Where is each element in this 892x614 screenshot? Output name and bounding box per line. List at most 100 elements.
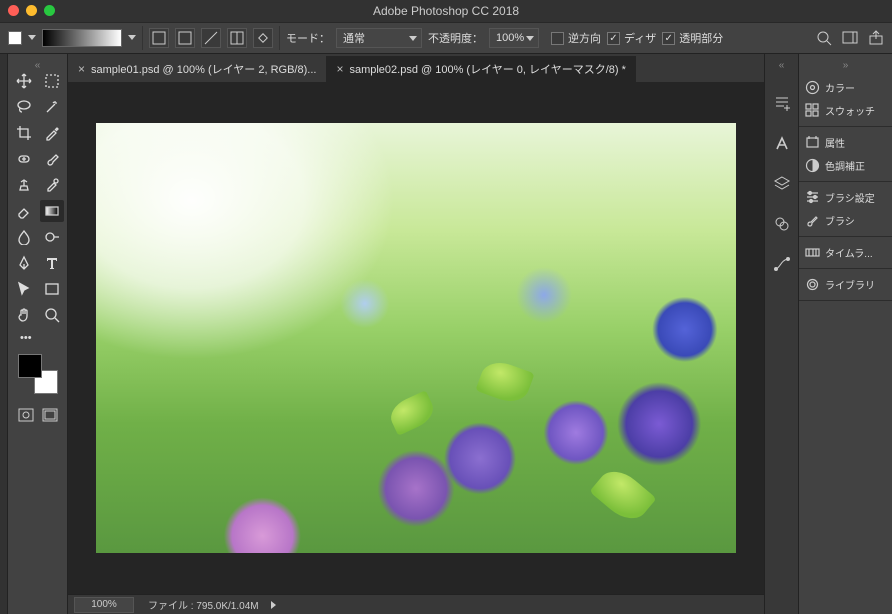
- swatches-panel-tab[interactable]: スウォッチ: [799, 99, 892, 122]
- rectangle-tool[interactable]: [40, 278, 64, 300]
- close-icon[interactable]: ×: [78, 62, 85, 76]
- timeline-panel-tab[interactable]: タイムラ...: [799, 241, 892, 264]
- divider: [279, 26, 280, 50]
- search-icon[interactable]: [816, 30, 832, 46]
- dodge-tool[interactable]: [40, 226, 64, 248]
- color-wheel-icon: [805, 80, 820, 95]
- brushes-panel-tab[interactable]: ブラシ: [799, 209, 892, 232]
- screen-mode-icon[interactable]: [42, 408, 58, 422]
- lasso-tool[interactable]: [12, 96, 36, 118]
- canvas-viewport[interactable]: [68, 82, 764, 594]
- dock-collapse-handle[interactable]: «: [779, 60, 785, 74]
- brush-settings-icon: [805, 190, 820, 205]
- properties-panel-tab[interactable]: 属性: [799, 131, 892, 154]
- magic-wand-tool[interactable]: [40, 96, 64, 118]
- gradient-reflected-button[interactable]: [227, 28, 247, 48]
- main-area: « •••: [0, 54, 892, 614]
- eyedropper-tool[interactable]: [40, 122, 64, 144]
- gradient-diamond-button[interactable]: [253, 28, 273, 48]
- clone-stamp-tool[interactable]: [12, 174, 36, 196]
- pen-tool[interactable]: [12, 252, 36, 274]
- disclosure-icon[interactable]: [271, 601, 276, 609]
- path-selection-tool[interactable]: [12, 278, 36, 300]
- crop-tool[interactable]: [12, 122, 36, 144]
- type-tool[interactable]: [40, 252, 64, 274]
- panel-label: 属性: [825, 135, 845, 150]
- cloud-icon: [805, 277, 820, 292]
- paragraph-styles-icon[interactable]: [772, 94, 792, 114]
- gradient-angle-button[interactable]: [201, 28, 221, 48]
- blur-tool[interactable]: [12, 226, 36, 248]
- character-icon[interactable]: [772, 134, 792, 154]
- canvas[interactable]: [96, 123, 736, 553]
- panel-group: タイムラ...: [799, 237, 892, 269]
- dither-label: ディザ: [624, 30, 656, 46]
- zoom-level-field[interactable]: 100%: [74, 597, 134, 613]
- right-collapsed-dock: «: [764, 54, 798, 614]
- gradient-picker[interactable]: [42, 29, 122, 47]
- healing-brush-tool[interactable]: [12, 148, 36, 170]
- gradient-tool[interactable]: [40, 200, 64, 222]
- document-tab[interactable]: × sample01.psd @ 100% (レイヤー 2, RGB/8)...: [68, 56, 326, 82]
- window-controls: [8, 5, 55, 16]
- zoom-window-button[interactable]: [44, 5, 55, 16]
- panel-label: ライブラリ: [825, 277, 875, 292]
- minimize-window-button[interactable]: [26, 5, 37, 16]
- hand-tool[interactable]: [12, 304, 36, 326]
- transparency-option[interactable]: 透明部分: [662, 30, 723, 46]
- edit-toolbar-button[interactable]: •••: [12, 332, 63, 344]
- gradient-linear-button[interactable]: [149, 28, 169, 48]
- tool-preset-picker[interactable]: [8, 31, 22, 45]
- color-swatches[interactable]: [18, 354, 58, 394]
- brush-tool[interactable]: [40, 148, 64, 170]
- gradient-radial-button[interactable]: [175, 28, 195, 48]
- close-icon[interactable]: ×: [336, 62, 343, 76]
- blend-mode-select[interactable]: 通常: [336, 28, 422, 48]
- document-tabs: × sample01.psd @ 100% (レイヤー 2, RGB/8)...…: [68, 54, 764, 82]
- zoom-tool[interactable]: [40, 304, 64, 326]
- zoom-value: 100%: [91, 599, 117, 610]
- adjustments-icon: [805, 158, 820, 173]
- document-tab[interactable]: × sample02.psd @ 100% (レイヤー 0, レイヤーマスク/8…: [326, 56, 635, 82]
- reverse-label: 逆方向: [568, 30, 601, 46]
- timeline-icon: [805, 245, 820, 260]
- move-tool[interactable]: [12, 70, 36, 92]
- tools-panel: « •••: [8, 54, 68, 614]
- blend-mode-value: 通常: [343, 30, 365, 46]
- opacity-select[interactable]: 100%: [489, 28, 539, 48]
- tab-label: sample02.psd @ 100% (レイヤー 0, レイヤーマスク/8) …: [349, 61, 625, 77]
- transparency-label: 透明部分: [679, 30, 723, 46]
- right-panels: » カラー スウォッチ 属性 色調補正 ブラシ設定: [798, 54, 892, 614]
- share-icon[interactable]: [868, 30, 884, 46]
- checkbox-checked-icon: [662, 32, 675, 45]
- layers-icon[interactable]: [772, 174, 792, 194]
- reverse-option[interactable]: 逆方向: [551, 30, 601, 46]
- brush-settings-panel-tab[interactable]: ブラシ設定: [799, 186, 892, 209]
- color-panel-tab[interactable]: カラー: [799, 76, 892, 99]
- foreground-color-swatch[interactable]: [18, 354, 42, 378]
- panel-group: カラー スウォッチ: [799, 72, 892, 127]
- history-brush-tool[interactable]: [40, 174, 64, 196]
- toolbar-handle[interactable]: «: [12, 60, 63, 70]
- close-window-button[interactable]: [8, 5, 19, 16]
- panel-collapse-handle[interactable]: »: [799, 60, 892, 72]
- marquee-tool[interactable]: [40, 70, 64, 92]
- checkbox-checked-icon: [607, 32, 620, 45]
- libraries-panel-tab[interactable]: ライブラリ: [799, 273, 892, 296]
- adjustments-panel-tab[interactable]: 色調補正: [799, 154, 892, 177]
- eraser-tool[interactable]: [12, 200, 36, 222]
- panel-label: カラー: [825, 80, 855, 95]
- checkbox-icon: [551, 32, 564, 45]
- brush-icon: [805, 213, 820, 228]
- panel-label: 色調補正: [825, 158, 865, 173]
- quick-mask-icon[interactable]: [18, 408, 34, 422]
- document-info[interactable]: ファイル : 795.0K/1.04M: [140, 597, 267, 612]
- workspace-icon[interactable]: [842, 30, 858, 46]
- options-bar: モード： 通常 不透明度： 100% 逆方向 ディザ 透明部分: [0, 22, 892, 54]
- dither-option[interactable]: ディザ: [607, 30, 656, 46]
- window-titlebar: Adobe Photoshop CC 2018: [0, 0, 892, 22]
- channels-icon[interactable]: [772, 214, 792, 234]
- options-right: [816, 30, 884, 46]
- paths-icon[interactable]: [772, 254, 792, 274]
- left-collapsed-dock[interactable]: [0, 54, 8, 614]
